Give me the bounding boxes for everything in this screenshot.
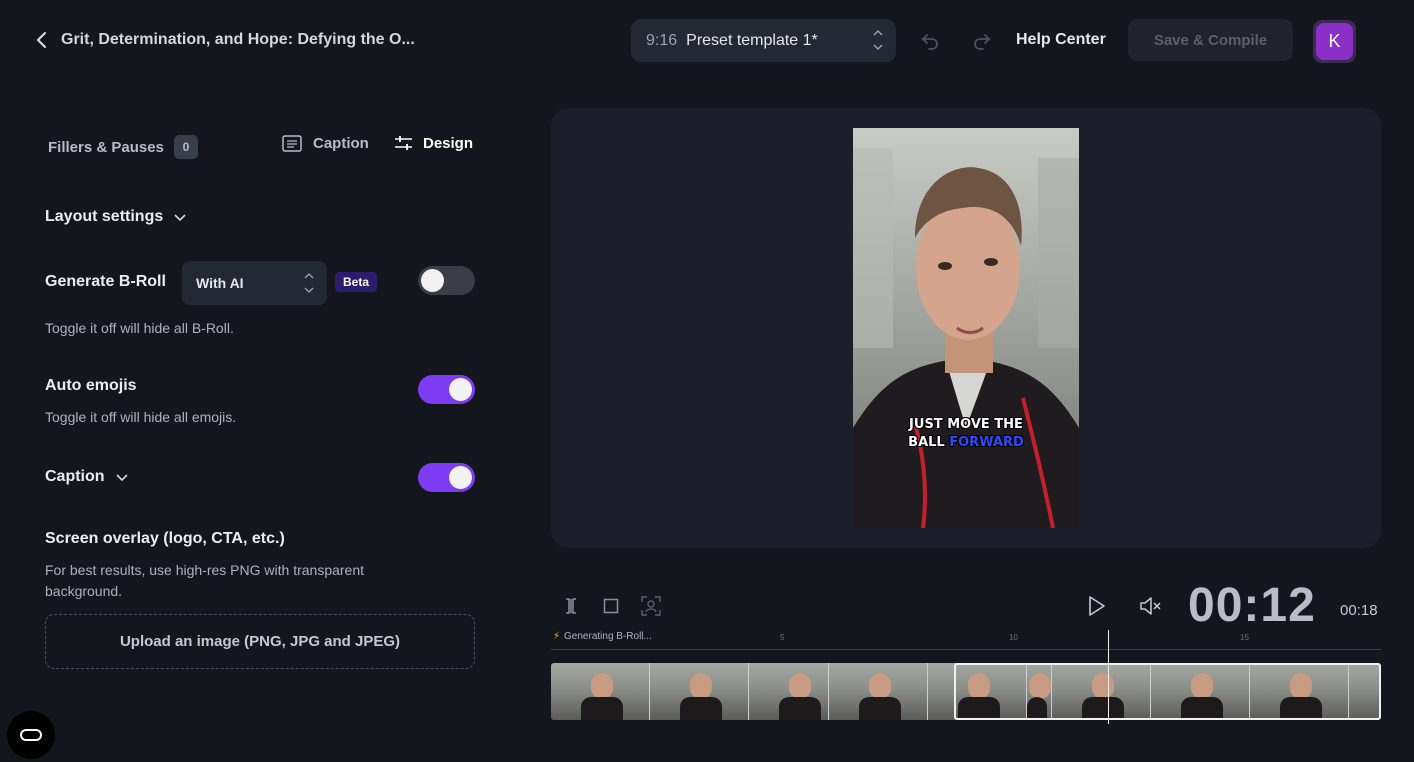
film-frame bbox=[1349, 663, 1381, 720]
caption-settings-label: Caption bbox=[45, 468, 105, 485]
caption-icon bbox=[282, 135, 302, 152]
broll-mode-value: With AI bbox=[196, 275, 244, 291]
layout-settings-toggle[interactable]: Layout settings bbox=[45, 208, 187, 226]
broll-status: ⚡ Generating B-Roll... bbox=[553, 631, 652, 642]
toggle-knob bbox=[449, 466, 472, 489]
film-frame bbox=[1151, 663, 1250, 720]
upload-label: Upload an image (PNG, JPG and JPEG) bbox=[119, 633, 401, 650]
film-frame bbox=[749, 663, 829, 720]
current-timecode: 00:12 bbox=[1188, 579, 1316, 632]
tab-caption[interactable]: Caption bbox=[282, 135, 369, 152]
undo-button[interactable] bbox=[918, 29, 942, 53]
broll-mode-select[interactable]: With AI bbox=[182, 261, 327, 305]
playhead[interactable] bbox=[1108, 630, 1109, 724]
tick-label: 5 bbox=[780, 633, 785, 642]
film-frame bbox=[1052, 663, 1151, 720]
tick-label: 15 bbox=[1240, 633, 1249, 642]
chat-support-button[interactable] bbox=[7, 711, 55, 759]
caption-line-2: BALL FORWARD bbox=[853, 434, 1079, 452]
play-icon bbox=[1089, 596, 1105, 616]
undo-icon bbox=[921, 34, 938, 50]
avatar: K bbox=[1316, 23, 1353, 60]
sliders-icon bbox=[395, 136, 412, 150]
face-track-button[interactable] bbox=[639, 594, 663, 618]
total-duration: 00:18 bbox=[1340, 602, 1378, 619]
broll-status-label: Generating B-Roll... bbox=[564, 631, 652, 642]
timeline-ruler[interactable] bbox=[551, 649, 1381, 650]
caption-toggle[interactable] bbox=[418, 463, 475, 492]
preset-name: Preset template 1* bbox=[686, 31, 818, 49]
film-frame bbox=[829, 663, 928, 720]
help-center-link[interactable]: Help Center bbox=[1016, 31, 1106, 49]
save-compile-button[interactable]: Save & Compile bbox=[1128, 19, 1293, 61]
film-frame bbox=[1027, 663, 1052, 720]
caption-highlight-word: FORWARD bbox=[949, 435, 1024, 450]
caption-line-1: JUST MOVE THE bbox=[909, 417, 1023, 432]
redo-icon bbox=[974, 34, 991, 50]
infinity-icon bbox=[20, 729, 42, 741]
volume-off-icon bbox=[1140, 597, 1161, 615]
redo-button[interactable] bbox=[970, 29, 994, 53]
back-button[interactable] bbox=[30, 28, 54, 52]
tab-design-label: Design bbox=[423, 135, 474, 152]
chevron-down-icon bbox=[174, 214, 186, 222]
tab-fillers-label: Fillers & Pauses bbox=[48, 138, 164, 156]
tab-design[interactable]: Design bbox=[394, 135, 473, 152]
video-preview[interactable]: JUST MOVE THE BALL FORWARD bbox=[853, 128, 1079, 528]
video-frame-image bbox=[853, 128, 1079, 528]
timeline-filmstrip[interactable] bbox=[551, 663, 1381, 720]
caption-overlay: JUST MOVE THE BALL FORWARD bbox=[853, 416, 1079, 452]
square-icon bbox=[603, 598, 619, 614]
chevron-left-icon bbox=[36, 31, 47, 49]
chevron-up-down-icon bbox=[304, 273, 314, 293]
caption-settings-toggle[interactable]: Caption bbox=[45, 468, 129, 486]
emojis-toggle[interactable] bbox=[418, 375, 475, 404]
broll-toggle[interactable] bbox=[418, 266, 475, 295]
toggle-knob bbox=[449, 378, 472, 401]
overlay-description: For best results, use high-res PNG with … bbox=[45, 562, 365, 599]
film-frame bbox=[1250, 663, 1349, 720]
film-frame bbox=[928, 663, 1027, 720]
beta-badge: Beta bbox=[335, 272, 378, 292]
emojis-description: Toggle it off will hide all emojis. bbox=[45, 409, 237, 425]
tick-label: 10 bbox=[1009, 633, 1018, 642]
chevron-up-down-icon bbox=[873, 30, 883, 50]
caption-word: BALL bbox=[908, 435, 950, 450]
mute-button[interactable] bbox=[1139, 594, 1163, 618]
tab-caption-label: Caption bbox=[313, 135, 369, 152]
lightning-icon: ⚡ bbox=[553, 631, 561, 642]
overlay-label: Screen overlay (logo, CTA, etc.) bbox=[45, 530, 285, 547]
toggle-knob bbox=[421, 269, 444, 292]
face-frame-icon bbox=[641, 596, 661, 616]
tab-fillers-pauses[interactable]: Fillers & Pauses 0 bbox=[48, 135, 198, 159]
film-frame bbox=[551, 663, 650, 720]
crop-button[interactable] bbox=[599, 594, 623, 618]
play-button[interactable] bbox=[1085, 594, 1109, 618]
avatar-button[interactable]: K bbox=[1313, 20, 1356, 63]
layout-settings-label: Layout settings bbox=[45, 208, 164, 225]
split-button[interactable] bbox=[559, 594, 583, 618]
emojis-label: Auto emojis bbox=[45, 377, 137, 394]
chevron-down-icon bbox=[115, 474, 128, 482]
broll-description: Toggle it off will hide all B-Roll. bbox=[45, 320, 234, 336]
aspect-ratio-label: 9:16 bbox=[646, 31, 678, 49]
film-frame bbox=[650, 663, 749, 720]
split-icon bbox=[566, 598, 576, 614]
broll-label: Generate B-Roll bbox=[45, 273, 166, 290]
project-title[interactable]: Grit, Determination, and Hope: Defying t… bbox=[61, 31, 415, 49]
preset-template-select[interactable]: 9:16 Preset template 1* bbox=[631, 19, 896, 62]
fillers-count-badge: 0 bbox=[173, 135, 198, 159]
upload-image-button[interactable]: Upload an image (PNG, JPG and JPEG) bbox=[45, 614, 475, 669]
